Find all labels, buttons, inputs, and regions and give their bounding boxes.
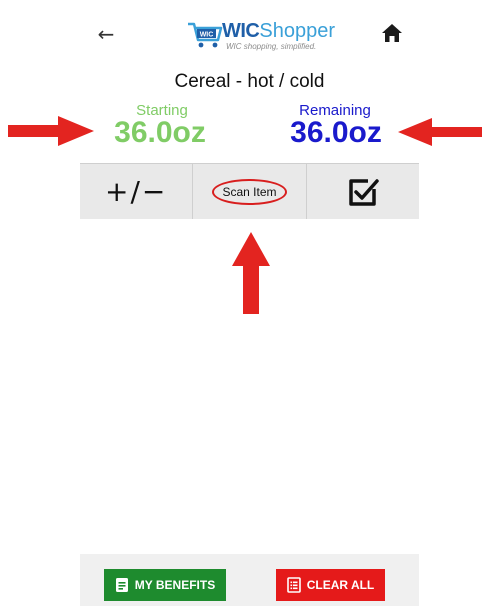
annotation-arrow-right [8, 116, 94, 146]
annotation-arrow-up [232, 232, 270, 314]
logo-tagline: WIC shopping, simplified. [226, 42, 317, 51]
checkout-button[interactable] [307, 164, 419, 219]
my-benefits-label: MY BENEFITS [134, 578, 216, 592]
scan-item-button[interactable]: Scan Item [193, 164, 307, 219]
check-box-icon [349, 178, 379, 206]
list-icon [286, 577, 301, 593]
benefit-summary: Cereal - hot / cold Starting 36.0oz Rema… [80, 66, 419, 166]
starting-value: 36.0oz [114, 116, 206, 149]
page: ← WIC WICShopper WIC shopping, simplifie… [0, 0, 485, 606]
shopping-cart-icon: WIC [188, 22, 223, 48]
logo-word-light: Shopper [259, 20, 336, 42]
bottom-action-bar: MY BENEFITS CLEAR ALL [80, 554, 419, 606]
logo-badge-text: WIC [200, 31, 214, 38]
wicshopper-logo: WIC WICShopper WIC shopping, simplified. [186, 20, 336, 54]
scan-item-label: Scan Item [212, 178, 287, 205]
category-title: Cereal - hot / cold [174, 71, 325, 92]
top-app-bar: ← WIC WICShopper WIC shopping, simplifie… [80, 0, 419, 66]
adjust-quantity-button[interactable]: +/− [80, 164, 194, 219]
my-benefits-button[interactable]: MY BENEFITS [104, 569, 226, 601]
adjust-quantity-label: +/− [104, 175, 168, 208]
document-icon [115, 578, 128, 592]
clear-all-button[interactable]: CLEAR ALL [276, 569, 385, 601]
clear-all-label: CLEAR ALL [306, 578, 375, 592]
back-arrow-icon[interactable]: ← [94, 22, 118, 46]
logo-wordmark: WICShopper [222, 20, 335, 42]
annotation-arrow-left [398, 118, 482, 146]
home-icon[interactable] [381, 22, 403, 44]
logo-word-bold: WIC [222, 20, 260, 42]
action-toolbar: +/− Scan Item [80, 163, 419, 220]
remaining-value: 36.0oz [290, 116, 382, 149]
